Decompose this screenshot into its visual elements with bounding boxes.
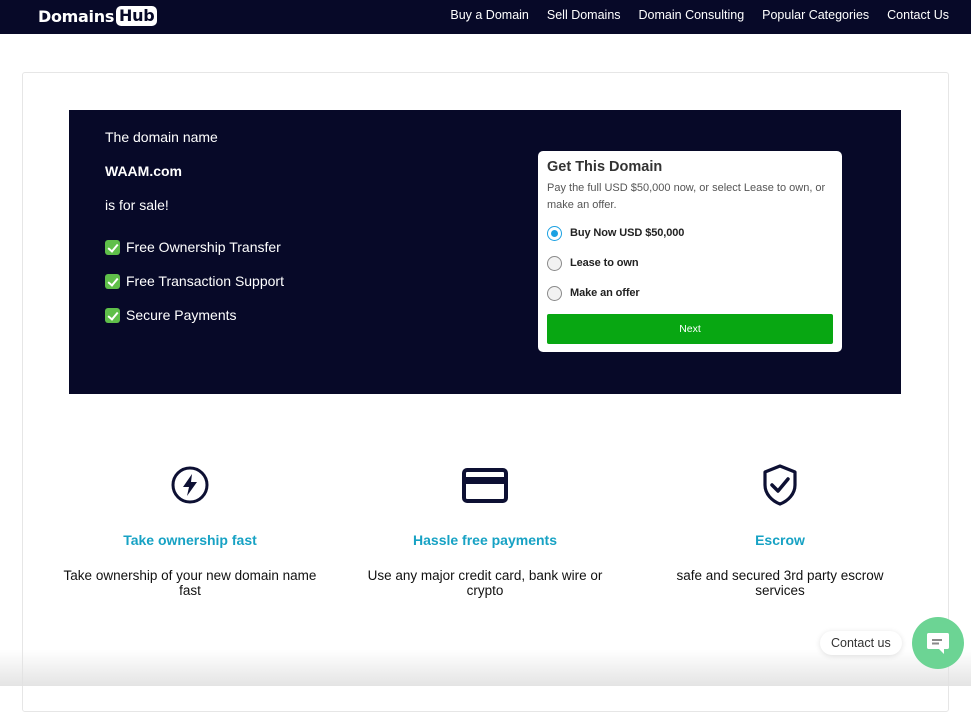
logo-badge: Hub (116, 6, 158, 26)
chat-button[interactable] (912, 617, 964, 669)
option-label: Make an offer (570, 287, 640, 299)
get-domain-form: Get This Domain Pay the full USD $50,000… (538, 151, 842, 352)
hero-feature-label: Free Transaction Support (126, 273, 284, 289)
option-buy-now[interactable]: Buy Now USD $50,000 (547, 218, 833, 248)
credit-card-icon (355, 460, 615, 510)
logo-text: Domains (38, 6, 115, 26)
feature-title: Take ownership fast (123, 532, 257, 548)
radio-lease-to-own[interactable] (547, 255, 562, 271)
feature-title: Hassle free payments (413, 532, 557, 548)
contact-us-label[interactable]: Contact us (820, 631, 902, 655)
nav-contact-us[interactable]: Contact Us (887, 8, 949, 22)
main-nav: Buy a Domain Sell Domains Domain Consult… (450, 0, 949, 30)
feature-item: Hassle free payments Use any major credi… (355, 460, 615, 598)
option-lease-to-own[interactable]: Lease to own (547, 248, 833, 278)
hero-feature: Free Ownership Transfer (105, 230, 284, 264)
check-icon (105, 307, 120, 323)
feature-description: Use any major credit card, bank wire or … (367, 568, 603, 598)
feature-description: Take ownership of your new domain name f… (63, 568, 317, 598)
check-icon (105, 239, 120, 255)
shield-check-icon (650, 460, 910, 510)
feature-description: safe and secured 3rd party escrow servic… (676, 568, 884, 598)
chat-bubble-icon (927, 633, 949, 654)
check-icon (105, 273, 120, 289)
hero-intro: The domain name (105, 129, 218, 145)
form-description: Pay the full USD $50,000 now, or select … (547, 182, 826, 211)
hero-feature: Free Transaction Support (105, 264, 284, 298)
hero-feature: Secure Payments (105, 298, 284, 332)
feature-title: Escrow (755, 532, 805, 548)
radio-make-offer[interactable] (547, 285, 562, 301)
nav-popular-categories[interactable]: Popular Categories (762, 8, 869, 22)
hero-banner: The domain name WAAM.com is for sale! Fr… (69, 110, 901, 394)
option-make-offer[interactable]: Make an offer (547, 278, 833, 308)
nav-buy-a-domain[interactable]: Buy a Domain (450, 8, 529, 22)
radio-buy-now[interactable] (547, 225, 562, 241)
sale-status: is for sale! (105, 197, 169, 213)
nav-domain-consulting[interactable]: Domain Consulting (639, 8, 745, 22)
feature-item: Take ownership fast Take ownership of yo… (60, 460, 320, 598)
next-button[interactable]: Next (547, 314, 833, 344)
feature-item: Escrow safe and secured 3rd party escrow… (650, 460, 910, 598)
option-label: Buy Now USD $50,000 (570, 227, 685, 239)
logo[interactable]: Domains Hub (38, 5, 158, 27)
hero-text: The domain name WAAM.com is for sale! Fr… (105, 128, 284, 332)
option-label: Lease to own (570, 257, 639, 269)
hero-feature-label: Free Ownership Transfer (126, 239, 281, 255)
form-title: Get This Domain (547, 159, 663, 175)
top-navbar: Domains Hub Buy a Domain Sell Domains Do… (0, 0, 971, 34)
lightning-icon (60, 460, 320, 510)
domain-name: WAAM.com (105, 163, 182, 179)
nav-sell-domains[interactable]: Sell Domains (547, 8, 621, 22)
hero-feature-label: Secure Payments (126, 307, 237, 323)
